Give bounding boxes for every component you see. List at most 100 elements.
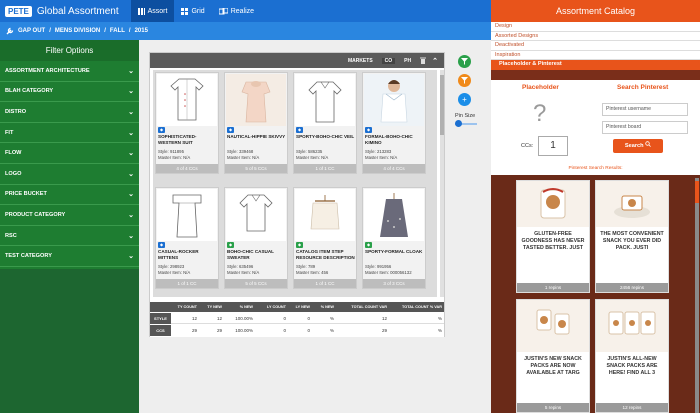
- breadcrumb-item[interactable]: MENS DIVISION: [55, 28, 100, 34]
- stats-cell: 12: [381, 316, 387, 321]
- stats-cell: %: [329, 316, 334, 321]
- pin-image: [517, 181, 589, 227]
- filter-alt-fab-button[interactable]: [458, 74, 471, 87]
- filter-price-bucket[interactable]: PRICE BUCKET ⌄: [0, 185, 139, 206]
- pinterest-pin[interactable]: GLUTEN-FREE GOODNESS HAS NEVER TASTED BE…: [516, 180, 590, 293]
- product-card[interactable]: ◆ SPORTY-BOHO-CHIC VEIL Style: 586235 Ma…: [293, 72, 357, 174]
- pin-size-label: Pin Size: [455, 113, 476, 119]
- filter-blah-category[interactable]: BLAH CATEGORY ⌄: [0, 82, 139, 103]
- trash-icon[interactable]: [420, 57, 427, 64]
- pinterest-results: GLUTEN-FREE GOODNESS HAS NEVER TASTED BE…: [491, 175, 700, 413]
- placeholder-question-icon[interactable]: ?: [533, 100, 546, 128]
- product-card[interactable]: ◆ CASUAL-ROCKER MITTENS Style: 298923 Ma…: [155, 187, 219, 289]
- product-grid: ◆ SOPHISTICATED-WESTERN SUIT Style: 9118…: [153, 70, 437, 297]
- stats-col-header: TOTAL COUNT VAR: [351, 305, 387, 309]
- catalog-link-deactivated[interactable]: Deactivated: [491, 41, 700, 51]
- filter-rsc[interactable]: RSC ⌄: [0, 226, 139, 247]
- catalog-link-design[interactable]: Design: [491, 22, 700, 32]
- filter-fit[interactable]: FIT ⌄: [0, 123, 139, 144]
- markets-button[interactable]: MARKETS: [345, 58, 376, 64]
- chevron-down-icon: ⌄: [128, 88, 134, 96]
- product-master-item: Master Item: N/A: [296, 155, 329, 160]
- item-type-icon: ◆: [365, 242, 372, 248]
- product-cc-count: 3 of 3 CCs: [363, 279, 425, 288]
- stats-row-label: CCS: [150, 325, 171, 336]
- pinterest-board-input[interactable]: Pinterest board: [602, 121, 688, 134]
- breadcrumb-item[interactable]: 2015: [135, 28, 148, 34]
- item-type-icon: ◆: [227, 242, 234, 248]
- funnel-icon: [461, 77, 468, 84]
- pin-image: [517, 300, 589, 352]
- product-card[interactable]: ◆ NAUTICAL-HIPPIE SKIVVY Style: 339468 M…: [224, 72, 288, 174]
- grid-scrollbar[interactable]: [440, 70, 444, 297]
- pin-repins: 1 repins: [517, 283, 589, 292]
- catalog-scrollbar[interactable]: [695, 178, 699, 413]
- item-type-icon: ◆: [365, 127, 372, 133]
- pinterest-search-button[interactable]: Search: [613, 139, 663, 153]
- product-card[interactable]: ◆ FORMAL-BOHO-CHIC KIMINO Style: 213283 …: [362, 72, 426, 174]
- search-button-label: Search: [624, 143, 644, 149]
- filter-product-category[interactable]: PRODUCT CATEGORY ⌄: [0, 205, 139, 226]
- filter-distro[interactable]: DISTRO ⌄: [0, 102, 139, 123]
- product-style: Style: 213283: [365, 149, 392, 154]
- ccs-stepper[interactable]: 1: [538, 136, 568, 156]
- filter-label: PRICE BUCKET: [5, 191, 47, 198]
- product-card[interactable]: ◆ SOPHISTICATED-WESTERN SUIT Style: 9118…: [155, 72, 219, 174]
- pinterest-pin[interactable]: THE MOST CONVENIENT SNACK YOU EVER DID P…: [595, 180, 669, 293]
- product-image: [226, 74, 286, 126]
- filter-assortment-architecture[interactable]: ASSORTMENT ARCHITECTURE ⌄: [0, 61, 139, 82]
- product-title: SOPHISTICATED-WESTERN SUIT: [158, 134, 197, 145]
- filter-flow[interactable]: FLOW ⌄: [0, 143, 139, 164]
- collapse-icon[interactable]: ⌃: [432, 57, 438, 65]
- pinterest-username-input[interactable]: Pinterest username: [602, 103, 688, 116]
- co-button[interactable]: CO: [381, 57, 396, 64]
- stats-cell: 0: [283, 328, 286, 333]
- stats-col-header: % NEW: [320, 305, 334, 309]
- placeholder-title: Placeholder: [522, 84, 559, 91]
- product-card[interactable]: ◆ SPORTY-FORMAL CLOAK Style: 991956 Mast…: [362, 187, 426, 289]
- product-card[interactable]: ◆ BOHO-CHIC CASUAL SWEATER Style: 635496…: [224, 187, 288, 289]
- filter-sidebar: Filter Options ASSORTMENT ARCHITECTURE ⌄ …: [0, 40, 139, 413]
- stats-cell: 12: [216, 316, 222, 321]
- product-card[interactable]: ◆ CATALOG ITEM STEP RESOURCE DESCRIPTION…: [293, 187, 357, 289]
- breadcrumb-item[interactable]: GAP OUT: [18, 28, 45, 34]
- product-title: NAUTICAL-HIPPIE SKIVVY: [227, 134, 286, 139]
- tab-grid-label: Grid: [191, 7, 205, 15]
- product-title: SPORTY-BOHO-CHIC VEIL: [296, 134, 355, 139]
- filter-label: FLOW: [5, 150, 22, 157]
- tab-grid[interactable]: Grid: [174, 0, 211, 22]
- pinterest-pin[interactable]: JUSTIN'S ALL-NEW SNACK PACKS ARE HERE! F…: [595, 299, 669, 413]
- stats-row-label: STYLE: [150, 313, 171, 324]
- add-fab-button[interactable]: +: [458, 93, 471, 106]
- filter-test-category[interactable]: TEST CATEGORY ⌄: [0, 246, 139, 267]
- filter-logo[interactable]: LOGO ⌄: [0, 164, 139, 185]
- product-master-item: Master Item: 456: [296, 270, 329, 275]
- stats-col-header: TY COUNT: [177, 305, 197, 309]
- product-cc-count: 1 of 1 CC: [294, 279, 356, 288]
- tab-assort[interactable]: Assort: [130, 0, 175, 22]
- product-style: Style: 789: [296, 264, 316, 269]
- product-cc-count: 5 of 5 CCs: [225, 279, 287, 288]
- stats-cell: 12: [191, 316, 197, 321]
- tab-realize[interactable]: Realize: [212, 0, 261, 22]
- scrollbar-thumb[interactable]: [695, 181, 699, 203]
- pin-size-slider-handle[interactable]: [455, 120, 462, 127]
- filter-label: TEST CATEGORY: [5, 253, 52, 260]
- product-master-item: Master Item: N/A: [365, 155, 398, 160]
- catalog-link-assorted-designs[interactable]: Assorted Designs: [491, 31, 700, 41]
- ph-button[interactable]: PH: [401, 58, 414, 64]
- product-cc-count: 1 of 1 CC: [294, 164, 356, 173]
- pinterest-pin[interactable]: JUSTIN'S NEW SNACK PACKS ARE NOW AVAILAB…: [516, 299, 590, 413]
- filter-fab-button[interactable]: [458, 55, 471, 68]
- assortment-panel: MARKETS CO PH ⌃ ◆ SOPHISTICATED-WESTERN …: [149, 52, 445, 337]
- catalog-link-inspiration[interactable]: Inspiration: [491, 50, 700, 60]
- catalog-section-placeholder-pinterest[interactable]: Placeholder & Pinterest: [491, 60, 700, 70]
- breadcrumb-item[interactable]: FALL: [110, 28, 125, 34]
- pin-repins: 2456 repins: [596, 283, 668, 292]
- app-logo[interactable]: PETE: [5, 5, 32, 17]
- breadcrumb-separator: /: [104, 28, 106, 34]
- stats-cell: %: [437, 316, 442, 321]
- scrollbar-thumb[interactable]: [440, 75, 444, 135]
- product-style: Style: 911895: [158, 149, 184, 154]
- pin-description: GLUTEN-FREE GOODNESS HAS NEVER TASTED BE…: [521, 231, 585, 251]
